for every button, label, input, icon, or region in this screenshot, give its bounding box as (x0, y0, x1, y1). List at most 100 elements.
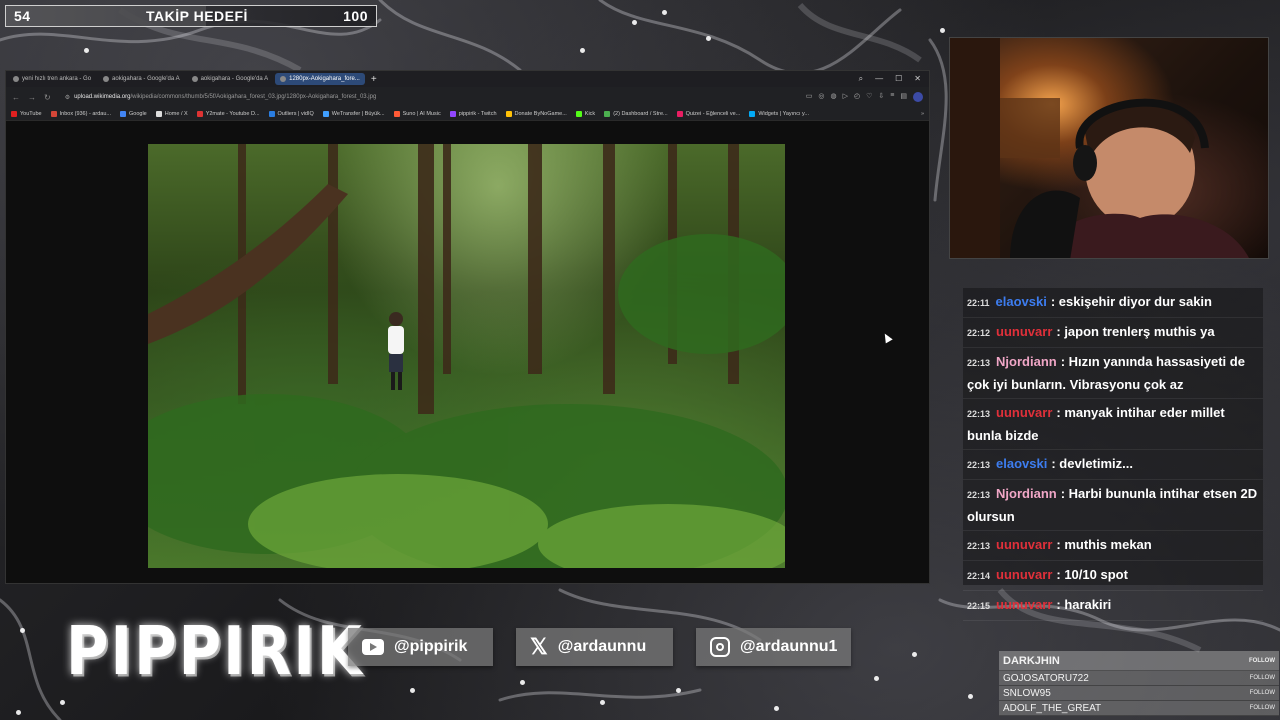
bookmark-label: WeTransfer | Büyük... (331, 110, 385, 117)
instagram-social: @ardaunnu1 (696, 628, 851, 666)
chat-timestamp: 22:13 (967, 490, 991, 500)
chat-message: 22:11 elaovski: eskişehir diyor dur sakin (963, 288, 1263, 318)
bookmark-favicon-icon (11, 110, 17, 117)
reload-icon[interactable]: ↻ (44, 93, 51, 102)
url-input[interactable]: ⚙ upload.wikimedia.org/wikipedia/commons… (59, 90, 798, 104)
bookmark-favicon-icon (196, 110, 203, 117)
follow-tag: FOLLOW (1249, 657, 1275, 664)
browser-tab[interactable]: aokigahara - Google'da A (187, 73, 274, 85)
x-social: 𝕏 @ardaunnu (516, 628, 673, 666)
sparkle (874, 676, 879, 681)
sparkle (676, 688, 681, 693)
bookmark-favicon-icon (449, 110, 456, 117)
bookmark-item[interactable]: Kick (575, 110, 595, 117)
chat-text: : muthis mekan (1056, 537, 1152, 552)
screenshot-icon[interactable]: ▭ (806, 92, 813, 102)
bookmark-label: Donate ByNoGame... (514, 110, 567, 117)
sparkle (940, 28, 945, 33)
bookmark-item[interactable]: Google (120, 110, 147, 117)
shield-icon[interactable]: ◍ (831, 92, 837, 102)
bookmark-item[interactable]: Inbox (936) - ardau... (50, 110, 111, 117)
extensions-icon[interactable]: ▤ (900, 92, 907, 102)
chat-username[interactable]: uunuvarr (996, 567, 1052, 582)
play-icon[interactable]: ▷ (843, 92, 848, 102)
forward-icon[interactable]: → (28, 93, 36, 102)
profile-avatar-icon[interactable] (913, 92, 923, 102)
new-tab-icon[interactable]: + (371, 74, 377, 85)
bookmark-label: pippirik - Twitch (458, 110, 497, 117)
bookmark-favicon-icon (268, 110, 275, 117)
bookmark-favicon-icon (155, 110, 162, 117)
chat-text: : devletimiz... (1051, 456, 1133, 471)
heart-icon[interactable]: ♡ (866, 92, 872, 102)
chat-panel: 22:11 elaovski: eskişehir diyor dur sakin… (963, 288, 1263, 621)
sparkle (410, 688, 415, 693)
chat-username[interactable]: elaovski (996, 294, 1047, 309)
bookmark-item[interactable]: Quizei - Eğlenceli ve... (676, 110, 740, 117)
menu-icon[interactable]: ≡ (890, 92, 894, 102)
follower-name: GOJOSATORU722 (1003, 672, 1089, 684)
bookmark-favicon-icon (322, 110, 329, 117)
sparkle (912, 652, 917, 657)
chat-message: 22:13 elaovski: devletimiz... (963, 450, 1263, 480)
back-icon[interactable]: ← (12, 93, 20, 102)
image-favicon-icon (280, 76, 287, 82)
bookmark-item[interactable]: pippirik - Twitch (449, 110, 497, 117)
follower-name: ADOLF_THE_GREAT (1003, 702, 1102, 714)
bookmark-item[interactable]: Outliers | vidIQ (268, 110, 314, 117)
youtube-handle: @pippirik (394, 638, 468, 655)
follow-tag: FOLLOW (1249, 690, 1275, 696)
follow-goal-bar: 54 TAKİP HEDEFİ 100 (5, 5, 377, 27)
chat-username[interactable]: uunuvarr (996, 324, 1052, 339)
bookmark-item[interactable]: Donate ByNoGame... (505, 110, 567, 117)
chat-message: 22:13 Njordiann: Hızın yanında hassasiyet… (963, 348, 1263, 399)
history-icon[interactable]: ◴ (854, 92, 860, 102)
chat-username[interactable]: uunuvarr (996, 537, 1052, 552)
follower-row: SNLOW95 FOLLOW (999, 686, 1279, 701)
bookmark-item[interactable]: Y2mate - Youtube D... (196, 110, 260, 117)
minimize-icon[interactable]: — (875, 74, 883, 84)
site-info-icon[interactable]: ⚙ (65, 94, 70, 101)
chat-username[interactable]: uunuvarr (996, 405, 1052, 420)
browser-tab[interactable]: yeni hızlı tren ankara - Go (8, 73, 96, 85)
browser-tab-active[interactable]: 1280px-Aokigahara_fore... (275, 73, 365, 85)
download-icon[interactable]: ⇩ (878, 92, 884, 102)
sparkle (580, 48, 585, 53)
maximize-icon[interactable]: ☐ (895, 74, 902, 84)
camera-icon[interactable]: ◎ (818, 92, 824, 102)
chat-username[interactable]: uunuvarr (996, 597, 1052, 612)
chat-message: 22:12 uunuvarr: japon trenlerş muthis ya (963, 318, 1263, 348)
chat-message: 22:13 uunuvarr: muthis mekan (963, 531, 1263, 561)
bookmark-label: (2) Dashboard / Stre... (613, 110, 668, 117)
chat-username[interactable]: elaovski (996, 456, 1047, 471)
browser-window: yeni hızlı tren ankara - Go aokigahara -… (5, 70, 930, 584)
bookmark-item[interactable]: YouTube (11, 110, 42, 117)
bookmark-favicon-icon (50, 110, 57, 117)
browser-tab[interactable]: aokigahara - Google'da A (98, 73, 185, 85)
bookmark-label: Suno | AI Music (402, 110, 441, 117)
bookmark-item[interactable]: WeTransfer | Büyük... (322, 110, 385, 117)
chat-username[interactable]: Njordiann (996, 486, 1057, 501)
bookmarks-more-icon[interactable]: » (921, 111, 924, 117)
chat-timestamp: 22:12 (967, 328, 991, 338)
sparkle (20, 628, 25, 633)
url-path: /wikipedia/commons/thumb/5/5f/Aokigahara… (130, 94, 377, 100)
bookmark-item[interactable]: (2) Dashboard / Stre... (604, 110, 668, 117)
bookmark-favicon-icon (604, 110, 611, 117)
follow-tag: FOLLOW (1249, 675, 1275, 681)
chat-message: 22:13 uunuvarr: manyak intihar eder mille… (963, 399, 1263, 450)
chat-username[interactable]: Njordiann (996, 354, 1057, 369)
tab-label: yeni hızlı tren ankara - Go (22, 76, 92, 82)
close-icon[interactable]: ✕ (914, 74, 921, 84)
bookmark-item[interactable]: Suno | AI Music (393, 110, 441, 117)
chat-timestamp: 22:14 (967, 571, 991, 581)
chat-text: : harakiri (1056, 597, 1112, 612)
page-viewport (6, 121, 929, 583)
bookmark-item[interactable]: Widgets | Yayıncı y... (749, 110, 809, 117)
recent-followers: DARKJHIN FOLLOW GOJOSATORU722 FOLLOW SNLOW95… (999, 651, 1279, 716)
search-tabs-icon[interactable]: ⌕ (859, 74, 863, 84)
sparkle (662, 10, 667, 15)
chat-text: : 10/10 spot (1056, 567, 1128, 582)
bookmark-item[interactable]: Home / X (155, 110, 188, 117)
hiker (388, 312, 404, 390)
